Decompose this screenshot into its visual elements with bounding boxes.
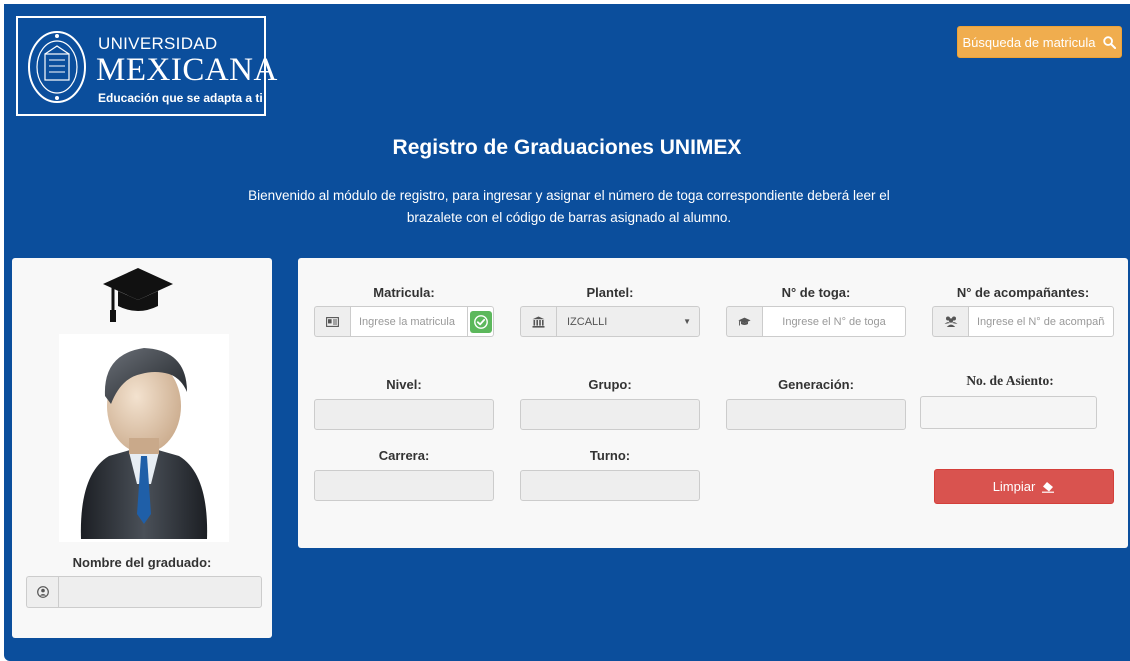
carrera-field[interactable]	[314, 470, 494, 501]
search-icon	[1103, 35, 1117, 49]
matricula-input[interactable]	[350, 306, 468, 337]
name-addon	[26, 576, 58, 608]
acompanantes-group	[932, 306, 1114, 337]
plantel-group: IZCALLI ▼	[520, 306, 700, 337]
id-card-icon	[326, 316, 339, 327]
businessman-avatar-icon	[80, 348, 208, 539]
search-button-label: Búsqueda de matricula	[962, 34, 1096, 50]
chevron-down-icon: ▼	[683, 317, 691, 326]
turno-field[interactable]	[520, 470, 700, 501]
logo-line2: MEXICANA	[96, 52, 278, 88]
plantel-selected: IZCALLI	[567, 315, 608, 328]
logo-line1: UNIVERSIDAD	[98, 34, 218, 53]
clear-button[interactable]: Limpiar	[934, 469, 1114, 504]
registration-form-panel: Matricula: Plantel: N° de toga: N° de ac…	[298, 258, 1128, 548]
university-seal-icon	[28, 31, 86, 103]
toga-input[interactable]	[762, 306, 906, 337]
plantel-addon	[520, 306, 556, 337]
generacion-label: Generación:	[778, 377, 854, 392]
toga-addon	[726, 306, 762, 337]
search-matricula-button[interactable]: Búsqueda de matricula	[957, 26, 1122, 58]
plantel-label: Plantel:	[586, 285, 634, 300]
graduate-name-group	[26, 576, 262, 608]
graduate-panel: Nombre del graduado:	[12, 258, 272, 638]
university-logo: UNIVERSIDAD MEXICANA Educación que se ad…	[16, 16, 277, 116]
graduation-cap-icon	[738, 317, 751, 325]
check-icon	[473, 314, 488, 329]
users-icon	[944, 316, 957, 327]
institution-icon	[532, 316, 545, 328]
page-background: UNIVERSIDAD MEXICANA Educación que se ad…	[4, 4, 1130, 661]
nivel-label: Nivel:	[386, 377, 422, 392]
plantel-select[interactable]: IZCALLI ▼	[556, 306, 700, 337]
asiento-field[interactable]	[920, 396, 1097, 429]
graduate-name-label: Nombre del graduado:	[72, 555, 212, 570]
matricula-group	[314, 306, 494, 337]
acompanantes-addon	[932, 306, 968, 337]
logo-tagline: Educación que se adapta a ti	[98, 91, 263, 105]
eraser-icon	[1042, 481, 1055, 493]
graduate-name-field[interactable]	[58, 576, 262, 608]
clear-button-label: Limpiar	[992, 479, 1036, 494]
matricula-addon	[314, 306, 350, 337]
graduate-photo	[59, 334, 229, 542]
turno-label: Turno:	[589, 448, 631, 463]
matricula-ok-badge	[468, 306, 494, 337]
grupo-label: Grupo:	[588, 377, 632, 392]
intro-text: Bienvenido al módulo de registro, para i…	[248, 188, 890, 225]
nivel-field[interactable]	[314, 399, 494, 430]
carrera-label: Carrera:	[378, 448, 430, 463]
matricula-label: Matricula:	[373, 285, 435, 300]
grupo-field[interactable]	[520, 399, 700, 430]
toga-label: N° de toga:	[781, 285, 851, 300]
generacion-field[interactable]	[726, 399, 906, 430]
page-title: Registro de Graduaciones UNIMEX	[392, 136, 742, 159]
toga-group	[726, 306, 906, 337]
graduation-cap-icon	[103, 268, 173, 322]
acompanantes-label: N° de acompañantes:	[956, 285, 1090, 300]
asiento-label: No. de Asiento:	[966, 373, 1054, 388]
acompanantes-input[interactable]	[968, 306, 1114, 337]
user-circle-icon	[36, 586, 49, 598]
